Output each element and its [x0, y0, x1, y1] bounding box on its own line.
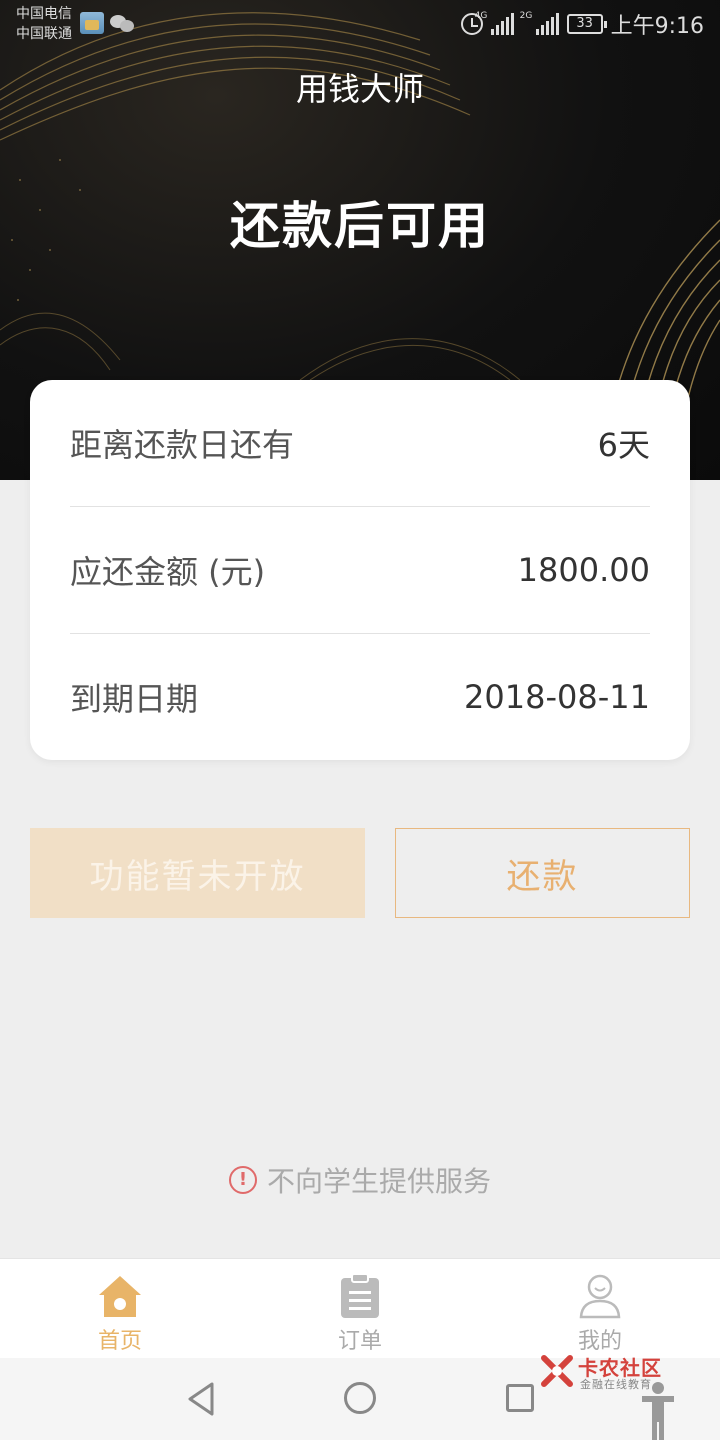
home-icon	[99, 1276, 141, 1317]
tab-label: 首页	[97, 1329, 142, 1354]
accessibility-figure-icon	[642, 1382, 674, 1440]
row-label: 到期日期	[70, 680, 199, 718]
days-until-due-row: 距离还款日还有 6天	[70, 380, 650, 506]
tab-mine[interactable]: 我的	[520, 1259, 680, 1359]
amount-due-row: 应还金额 (元) 1800.00	[70, 507, 650, 633]
user-icon	[579, 1274, 621, 1319]
due-date-row: 到期日期 2018-08-11	[70, 634, 650, 760]
carrier-1: 中国电信	[16, 6, 72, 22]
availability-status: 还款后可用	[230, 197, 490, 255]
warning-icon: !	[228, 1166, 257, 1194]
watermark-logo-icon	[541, 1355, 573, 1387]
battery-icon: 33	[566, 14, 607, 34]
recents-icon[interactable]	[506, 1384, 534, 1412]
carrier-2: 中国联通	[16, 26, 72, 42]
notification-app-icon	[80, 12, 104, 34]
loan-summary-card: 距离还款日还有 6天 应还金额 (元) 1800.00 到期日期 2018-08…	[30, 380, 690, 760]
signal-2g-icon: 2G	[520, 11, 559, 35]
row-label: 应还金额 (元)	[70, 553, 266, 591]
back-icon[interactable]	[186, 1382, 216, 1416]
tab-orders[interactable]: 订单	[280, 1259, 440, 1359]
feature-unavailable-button[interactable]: 功能暂未开放	[30, 828, 365, 918]
tab-label: 订单	[337, 1329, 382, 1354]
signal-4g-icon: 4G	[475, 11, 514, 35]
carrier-info: 中国电信 中国联通	[16, 4, 72, 44]
bottom-tab-bar: 首页 订单 我的	[0, 1258, 720, 1358]
row-value: 2018-08-11	[464, 678, 650, 716]
clipboard-icon	[341, 1273, 379, 1318]
row-label: 距离还款日还有	[70, 426, 295, 464]
repay-button[interactable]: 还款	[395, 828, 690, 918]
home-nav-icon[interactable]	[344, 1382, 376, 1414]
wechat-icon	[110, 12, 136, 34]
tab-home[interactable]: 首页	[40, 1259, 200, 1359]
notice-text: 不向学生提供服务	[266, 1165, 491, 1198]
student-notice: ! 不向学生提供服务	[0, 1160, 720, 1200]
app-title: 用钱大师	[295, 70, 424, 108]
status-bar: 中国电信 中国联通 4G 2G 33 上午9:16	[0, 0, 720, 50]
tab-label: 我的	[577, 1329, 622, 1354]
row-value: 1800.00	[517, 551, 650, 589]
row-value: 6天	[597, 426, 650, 464]
clock: 上午9:16	[610, 14, 704, 39]
